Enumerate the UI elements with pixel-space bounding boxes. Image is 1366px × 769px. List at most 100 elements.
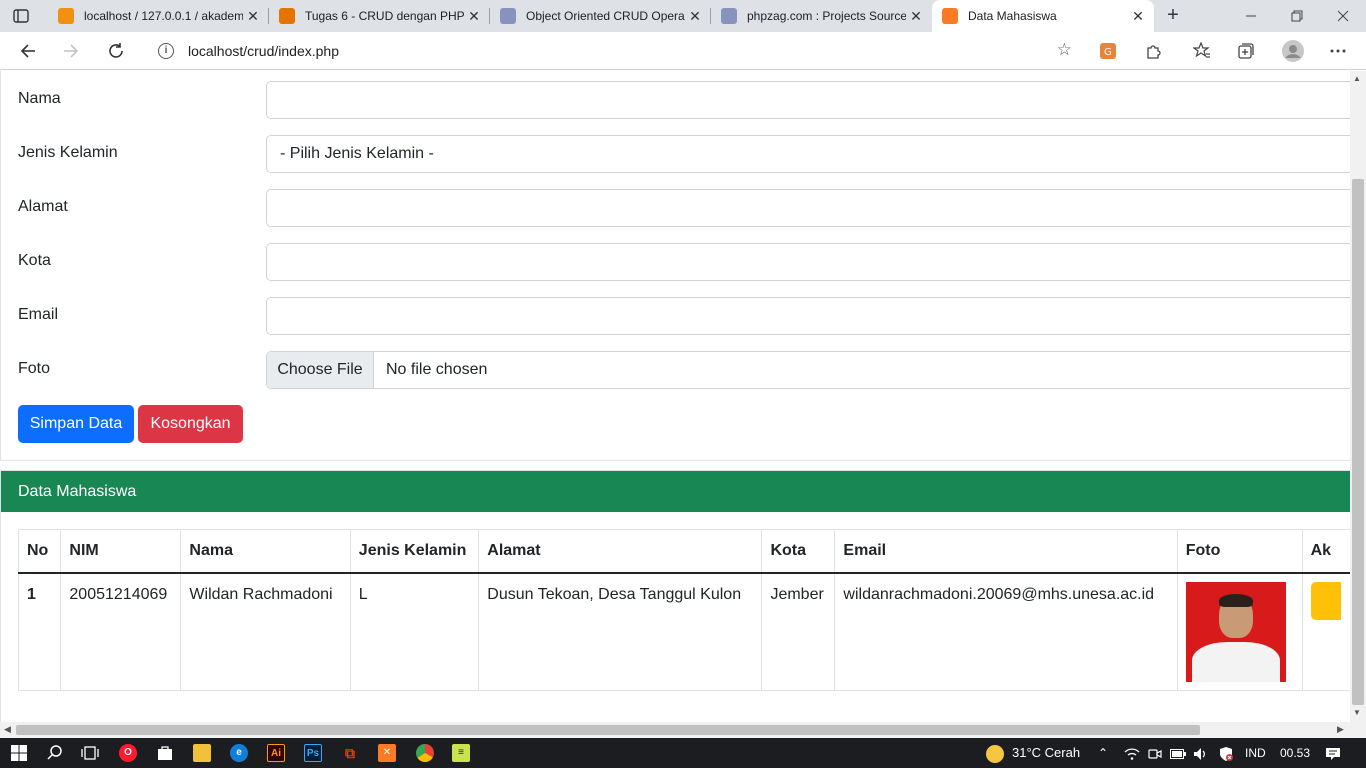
kosongkan-button[interactable]: Kosongkan (138, 405, 243, 443)
site-info-icon[interactable]: i (158, 43, 174, 59)
tab-actions-icon[interactable] (12, 7, 30, 25)
page-viewport: Nama Jenis Kelamin - Pilih Jenis Kelamin… (0, 71, 1350, 722)
search-icon[interactable] (46, 744, 64, 762)
close-window-button[interactable] (1320, 0, 1366, 32)
tab-phpzag[interactable]: phpzag.com : Projects Source ✕ (711, 0, 932, 32)
alamat-input[interactable] (266, 189, 1350, 227)
php-icon (500, 8, 516, 24)
photo-hair (1218, 594, 1253, 607)
edge-icon[interactable]: e (230, 744, 248, 762)
cell-no: 1 (17, 572, 62, 691)
foto-file-input[interactable]: Choose File No file chosen (266, 351, 1350, 389)
vertical-scroll-thumb[interactable] (1352, 179, 1364, 705)
photoshop-icon[interactable]: Ps (304, 744, 322, 762)
scroll-left-arrow-icon[interactable]: ◀ (4, 724, 11, 735)
table-header-row: No NIM Nama Jenis Kelamin Alamat Kota Em… (17, 529, 1350, 574)
horizontal-scroll-thumb[interactable] (16, 725, 1200, 735)
card-header-title: Data Mahasiswa (1, 471, 1350, 512)
cell-foto (1176, 572, 1303, 691)
network-icon[interactable] (1124, 738, 1140, 768)
jenis-kelamin-label: Jenis Kelamin (18, 144, 118, 161)
edit-button[interactable] (1310, 582, 1341, 620)
cell-alamat: Dusun Tekoan, Desa Tanggul Kulon (478, 572, 763, 691)
file-status-text: No file chosen (386, 361, 488, 378)
form-actions: Simpan Data Kosongkan (18, 405, 1350, 443)
tab-data-mahasiswa[interactable]: Data Mahasiswa ✕ (932, 0, 1154, 32)
xampp-icon (942, 8, 958, 24)
weather-widget[interactable]: 31°C Cerah (986, 738, 1080, 768)
tab-title: phpzag.com : Projects Source (747, 9, 906, 23)
office-icon[interactable]: ⧉ (341, 744, 359, 762)
url-text[interactable]: localhost/crud/index.php (188, 43, 339, 59)
windows-start-icon[interactable] (10, 744, 28, 762)
close-tab-icon[interactable]: ✕ (906, 8, 926, 25)
cell-aksi (1301, 572, 1350, 691)
battery-icon[interactable] (1170, 738, 1186, 768)
minimize-button[interactable] (1228, 0, 1274, 32)
kota-input[interactable] (266, 243, 1350, 281)
forward-button[interactable] (58, 38, 84, 64)
tab-tugas6[interactable]: Tugas 6 - CRUD dengan PHP ✕ (269, 0, 490, 32)
extensions-icon[interactable] (1143, 41, 1163, 61)
add-favorite-icon[interactable]: ☆ (1057, 40, 1072, 60)
profile-avatar-icon[interactable] (1281, 39, 1305, 63)
table-row: 1 20051214069 Wildan Rachmadoni L Dusun … (17, 572, 1350, 691)
nama-input[interactable] (266, 81, 1350, 119)
close-tab-icon[interactable]: ✕ (1128, 8, 1148, 25)
scroll-right-arrow-icon[interactable]: ▶ (1337, 724, 1344, 735)
back-button[interactable] (15, 38, 41, 64)
task-view-icon[interactable] (81, 744, 99, 762)
cell-email: wildanrachmadoni.20069@mhs.unesa.ac.id (834, 572, 1178, 691)
notes-app-icon[interactable]: ≡ (452, 744, 470, 762)
address-bar[interactable]: i localhost/crud/index.php ☆ (144, 36, 1080, 66)
translate-extension-icon[interactable]: G (1098, 41, 1118, 61)
volume-icon[interactable] (1193, 738, 1209, 768)
tab-title: Tugas 6 - CRUD dengan PHP (305, 9, 464, 23)
form-row-kota: Kota (18, 243, 1350, 281)
language-indicator[interactable]: IND (1245, 738, 1266, 768)
horizontal-scrollbar[interactable]: ◀ ▶ (0, 722, 1366, 738)
opera-icon[interactable]: O (119, 744, 137, 762)
xampp-taskbar-icon[interactable]: ✕ (378, 744, 396, 762)
more-menu-icon[interactable] (1328, 41, 1348, 61)
security-shield-icon[interactable] (1218, 738, 1234, 768)
col-nim: NIM (60, 529, 182, 574)
restore-button[interactable] (1274, 0, 1320, 32)
close-tab-icon[interactable]: ✕ (464, 8, 484, 25)
favorites-icon[interactable] (1192, 41, 1212, 61)
illustrator-icon[interactable]: Ai (267, 744, 285, 762)
clock-time[interactable]: 00.53 (1280, 738, 1310, 768)
chrome-icon[interactable] (416, 744, 434, 762)
browser-tab-bar: localhost / 127.0.0.1 / akadem ✕ Tugas 6… (0, 0, 1366, 32)
alamat-label: Alamat (18, 198, 68, 215)
notification-center-icon[interactable] (1325, 738, 1341, 768)
close-tab-icon[interactable]: ✕ (243, 8, 263, 25)
col-email: Email (834, 529, 1178, 574)
vertical-scrollbar[interactable]: ▲ ▼ (1350, 71, 1366, 722)
cell-kota: Jember (761, 572, 836, 691)
store-icon[interactable] (156, 744, 174, 762)
close-tab-icon[interactable]: ✕ (685, 8, 705, 25)
tab-title: Data Mahasiswa (968, 9, 1057, 23)
php-icon (721, 8, 737, 24)
weather-text: 31°C Cerah (1012, 745, 1081, 760)
col-kota: Kota (761, 529, 836, 574)
email-input[interactable] (266, 297, 1350, 335)
tab-object-oriented-crud[interactable]: Object Oriented CRUD Opera ✕ (490, 0, 711, 32)
scroll-down-arrow-icon[interactable]: ▼ (1353, 708, 1361, 717)
col-foto: Foto (1176, 529, 1303, 574)
jenis-kelamin-select[interactable]: - Pilih Jenis Kelamin - (266, 135, 1350, 173)
browser-toolbar: i localhost/crud/index.php ☆ G (0, 32, 1366, 70)
email-label: Email (18, 306, 59, 323)
scroll-up-arrow-icon[interactable]: ▲ (1353, 74, 1361, 83)
choose-file-button[interactable]: Choose File (267, 352, 374, 388)
file-explorer-icon[interactable] (193, 744, 211, 762)
new-tab-button[interactable]: + (1162, 4, 1184, 26)
col-no: No (17, 529, 62, 574)
refresh-button[interactable] (103, 38, 129, 64)
meet-now-icon[interactable] (1148, 738, 1162, 768)
tab-phpmyadmin[interactable]: localhost / 127.0.0.1 / akadem ✕ (48, 0, 269, 32)
show-hidden-icons-icon[interactable]: ⌃ (1098, 738, 1108, 768)
collections-icon[interactable] (1236, 41, 1256, 61)
simpan-data-button[interactable]: Simpan Data (18, 405, 134, 443)
